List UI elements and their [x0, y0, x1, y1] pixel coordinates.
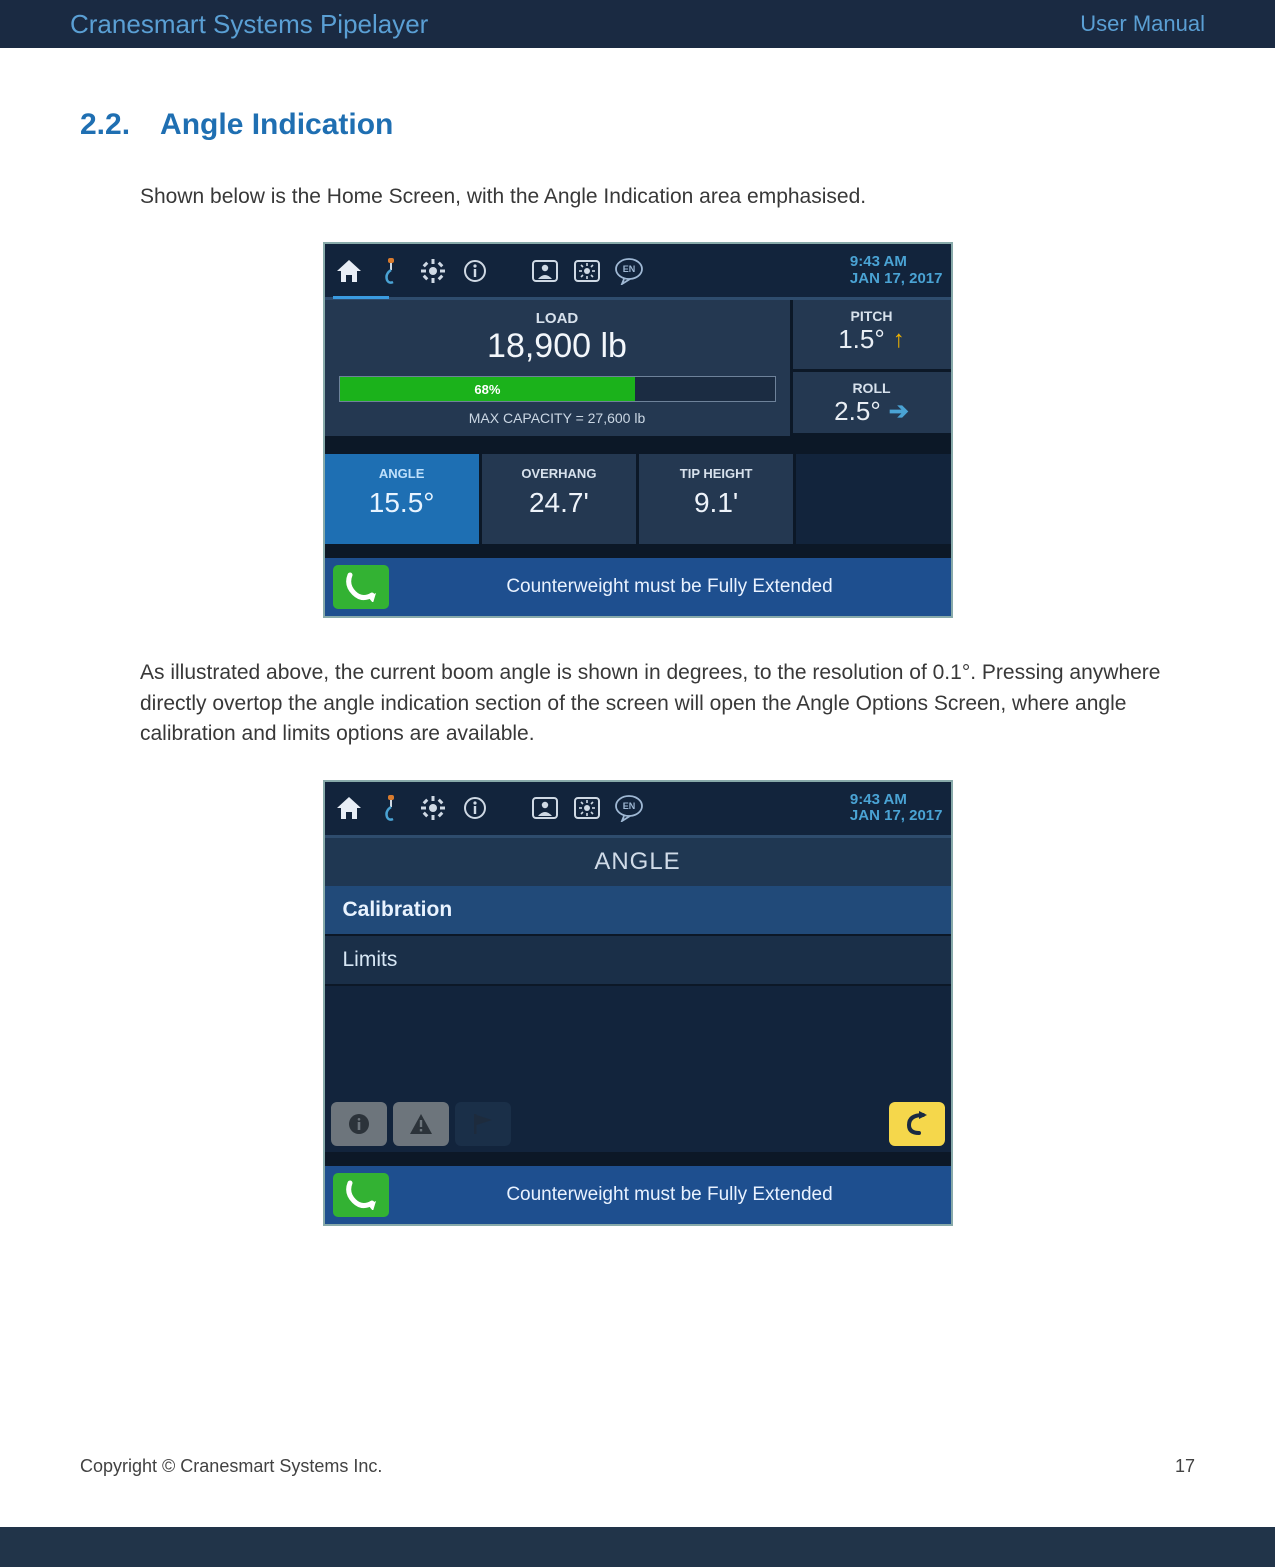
roll-value: 2.5° — [834, 396, 881, 427]
document-header: Cranesmart Systems Pipelayer User Manual — [0, 0, 1275, 48]
language-icon[interactable]: EN — [613, 792, 645, 824]
capacity-panel[interactable]: 68% MAX CAPACITY = 27,600 lb — [325, 372, 793, 436]
doc-right-label: User Manual — [1080, 11, 1205, 37]
brightness-icon[interactable] — [571, 792, 603, 824]
overhang-value: 24.7' — [482, 487, 636, 519]
roll-label: ROLL — [793, 372, 951, 396]
load-panel[interactable]: LOAD 18,900 lb — [325, 300, 793, 372]
overhang-tile[interactable]: OVERHANG 24.7' — [482, 454, 639, 544]
flag-chip-icon[interactable] — [455, 1102, 511, 1146]
counterweight-icon — [333, 1173, 389, 1217]
load-label: LOAD — [325, 310, 790, 327]
tile-row: ANGLE 15.5° OVERHANG 24.7' TIP HEIGHT 9.… — [325, 454, 951, 544]
info-chip-icon[interactable] — [331, 1102, 387, 1146]
status-message-bar: Counterweight must be Fully Extended — [325, 558, 951, 616]
hook-icon[interactable] — [375, 255, 407, 287]
info-icon[interactable] — [459, 792, 491, 824]
tipheight-value: 9.1' — [639, 487, 793, 519]
bottom-icon-bar — [325, 1096, 951, 1152]
angle-options-screenshot: EN 9:43 AM JAN 17, 2017 ANGLE Calibratio… — [323, 780, 953, 1226]
capacity-percent: 68% — [474, 382, 500, 397]
pitch-value: 1.5° — [838, 324, 885, 355]
intro-paragraph: Shown below is the Home Screen, with the… — [140, 182, 1195, 212]
date-label: JAN 17, 2017 — [850, 271, 943, 288]
date-label: JAN 17, 2017 — [850, 808, 943, 825]
app-topbar: EN 9:43 AM JAN 17, 2017 — [325, 244, 951, 300]
angle-label: ANGLE — [325, 466, 479, 481]
angle-tile[interactable]: ANGLE 15.5° — [325, 454, 482, 544]
status-message-bar-2: Counterweight must be Fully Extended — [325, 1166, 951, 1224]
svg-text:EN: EN — [622, 264, 635, 274]
language-icon[interactable]: EN — [613, 255, 645, 287]
brightness-icon[interactable] — [571, 255, 603, 287]
arrow-up-icon: ↑ — [893, 326, 905, 354]
empty-area — [325, 986, 951, 1096]
home-icon[interactable] — [333, 792, 365, 824]
pitch-panel[interactable]: PITCH 1.5° ↑ — [793, 300, 951, 372]
max-capacity-label: MAX CAPACITY = 27,600 lb — [339, 410, 776, 426]
section-heading: 2.2. Angle Indication — [80, 108, 1195, 142]
roll-panel[interactable]: ROLL 2.5° ➔ — [793, 372, 951, 436]
angle-screen-title: ANGLE — [325, 838, 951, 886]
load-value: 18,900 lb — [325, 327, 790, 366]
operator-icon[interactable] — [529, 792, 561, 824]
status-message-text-2: Counterweight must be Fully Extended — [389, 1184, 951, 1206]
angle-options-list: Calibration Limits — [325, 886, 951, 986]
tipheight-label: TIP HEIGHT — [639, 466, 793, 481]
document-footer: Copyright © Cranesmart Systems Inc. 17 — [80, 1456, 1195, 1477]
warning-chip-icon[interactable] — [393, 1102, 449, 1146]
overhang-label: OVERHANG — [482, 466, 636, 481]
arrow-right-icon: ➔ — [889, 397, 909, 426]
time-label: 9:43 AM — [850, 792, 943, 809]
limits-item[interactable]: Limits — [325, 936, 951, 986]
paragraph-2: As illustrated above, the current boom a… — [140, 658, 1195, 749]
counterweight-icon — [333, 565, 389, 609]
svg-text:EN: EN — [622, 801, 635, 811]
capacity-bar: 68% — [339, 376, 776, 402]
empty-tile — [796, 454, 950, 544]
info-icon[interactable] — [459, 255, 491, 287]
home-screen-screenshot: EN 9:43 AM JAN 17, 2017 LOAD 18,900 lb P… — [323, 242, 953, 618]
bottom-strip — [0, 1527, 1275, 1567]
hook-icon[interactable] — [375, 792, 407, 824]
status-message-text: Counterweight must be Fully Extended — [389, 576, 951, 598]
gear-icon[interactable] — [417, 255, 449, 287]
datetime-display: 9:43 AM JAN 17, 2017 — [850, 254, 943, 287]
calibration-item[interactable]: Calibration — [325, 886, 951, 936]
datetime-display: 9:43 AM JAN 17, 2017 — [850, 792, 943, 825]
tipheight-tile[interactable]: TIP HEIGHT 9.1' — [639, 454, 796, 544]
home-icon[interactable] — [333, 255, 365, 287]
doc-title: Cranesmart Systems Pipelayer — [70, 9, 428, 40]
app-topbar-2: EN 9:43 AM JAN 17, 2017 — [325, 782, 951, 838]
time-label: 9:43 AM — [850, 254, 943, 271]
angle-value: 15.5° — [325, 487, 479, 519]
back-button[interactable] — [889, 1102, 945, 1146]
page-number: 17 — [1175, 1456, 1195, 1477]
gear-icon[interactable] — [417, 792, 449, 824]
copyright-text: Copyright © Cranesmart Systems Inc. — [80, 1456, 382, 1477]
capacity-bar-fill: 68% — [340, 377, 636, 401]
operator-icon[interactable] — [529, 255, 561, 287]
pitch-label: PITCH — [793, 300, 951, 324]
